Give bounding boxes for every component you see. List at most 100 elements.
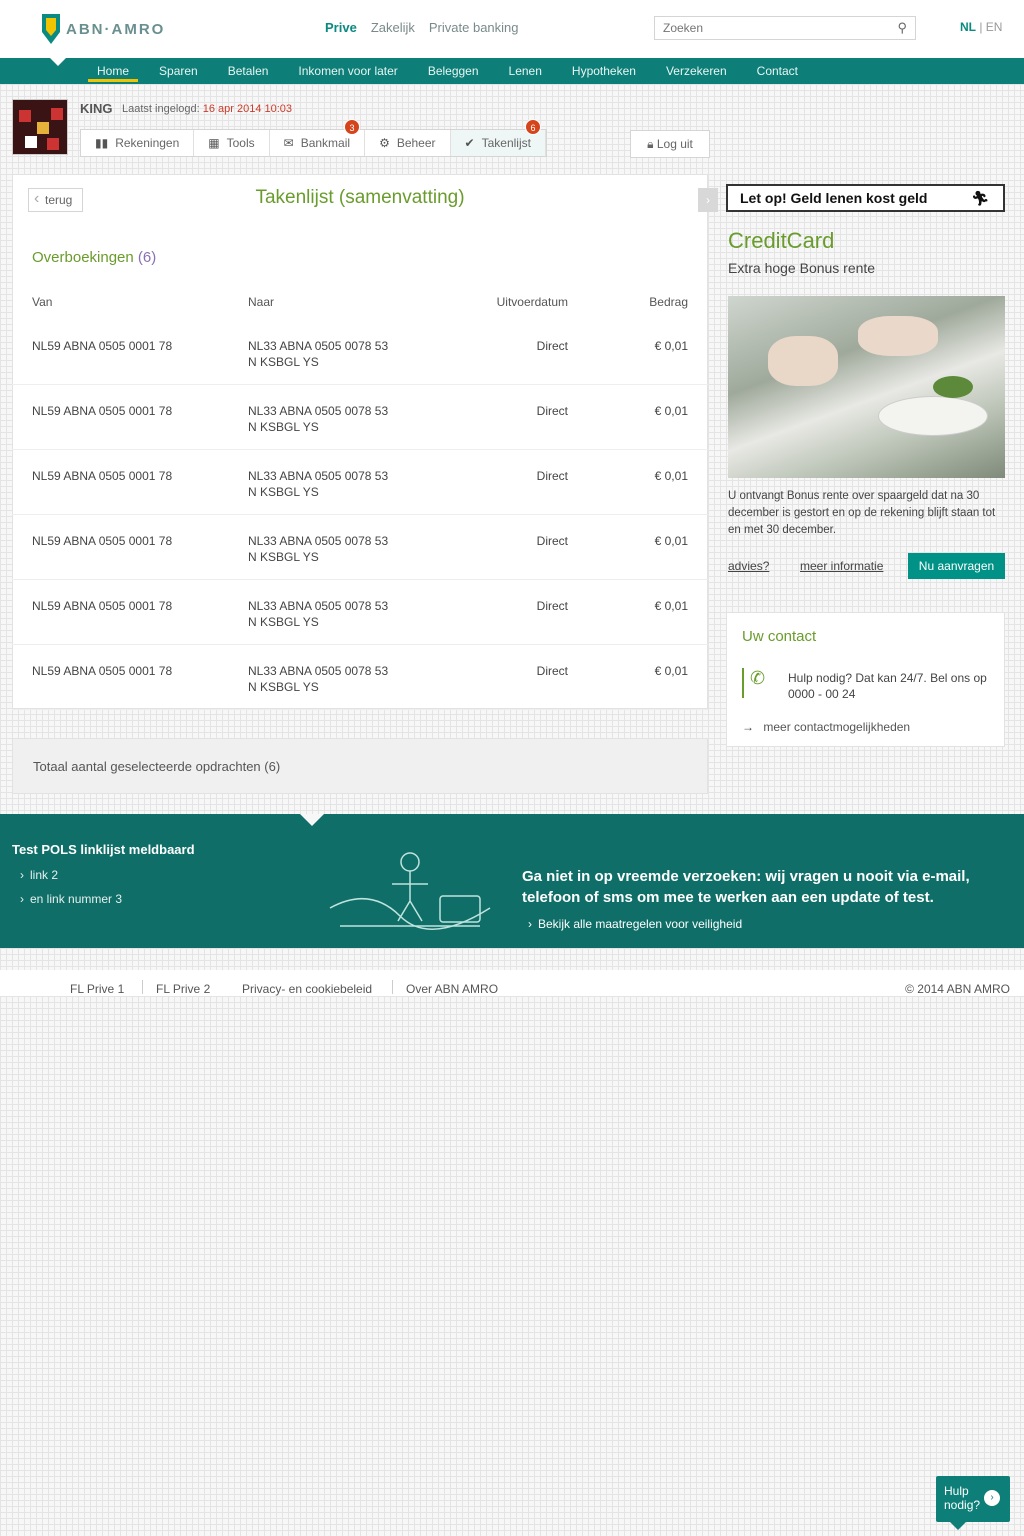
to-account-number: NL33 ABNA 0505 0078 53 bbox=[248, 599, 389, 613]
table-row[interactable]: NL59 ABNA 0505 0001 78 NL33 ABNA 0505 007… bbox=[12, 515, 708, 580]
abn-amro-logo[interactable]: ABN·AMRO bbox=[42, 14, 165, 44]
execution-date: Direct bbox=[536, 469, 568, 483]
lock-icon: 🔒︎ bbox=[647, 137, 654, 151]
from-account: NL59 ABNA 0505 0001 78 bbox=[32, 339, 173, 353]
amount: € 0,01 bbox=[654, 664, 688, 678]
nav-lenen[interactable]: Lenen bbox=[494, 58, 557, 84]
lang-nl[interactable]: NL bbox=[960, 20, 976, 34]
from-account: NL59 ABNA 0505 0001 78 bbox=[32, 664, 173, 678]
table-row[interactable]: NL59 ABNA 0505 0001 78 NL33 ABNA 0505 007… bbox=[12, 385, 708, 450]
nav-beleggen[interactable]: Beleggen bbox=[413, 58, 494, 84]
amount: € 0,01 bbox=[654, 534, 688, 548]
execution-date: Direct bbox=[536, 599, 568, 613]
to-account-name: N KSBGL YS bbox=[248, 680, 319, 694]
tab-label: Takenlijst bbox=[481, 136, 531, 150]
language-switch: NL | EN bbox=[960, 20, 1002, 34]
bankmail-count-badge: 3 bbox=[344, 119, 361, 135]
to-account-name: N KSBGL YS bbox=[248, 420, 319, 434]
nav-sparen[interactable]: Sparen bbox=[144, 58, 213, 84]
section-label: Overboekingen bbox=[32, 249, 134, 266]
legal-bar: FL Prive 1 FL Prive 2 Privacy- en cookie… bbox=[0, 970, 1024, 996]
to-account: NL33 ABNA 0505 0078 53 N KSBGL YS bbox=[248, 338, 388, 370]
legal-link-fl-prive-2[interactable]: FL Prive 2 bbox=[156, 982, 210, 996]
running-figure-icon: 🏃︎ bbox=[971, 190, 989, 206]
amount: € 0,01 bbox=[654, 469, 688, 483]
loan-warning-banner[interactable]: Let op! Geld lenen kost geld 🏃︎ bbox=[726, 184, 1005, 212]
brand-name: ABN·AMRO bbox=[66, 20, 166, 38]
table-row[interactable]: NL59 ABNA 0505 0001 78 NL33 ABNA 0505 007… bbox=[12, 320, 708, 385]
creditcard-promo-image bbox=[728, 296, 1005, 478]
search-icon[interactable]: ⚲ bbox=[897, 20, 907, 36]
avatar[interactable] bbox=[12, 99, 68, 155]
segment-private-banking[interactable]: Private banking bbox=[429, 20, 519, 35]
search-input[interactable] bbox=[655, 17, 885, 39]
to-account: NL33 ABNA 0505 0078 53 N KSBGL YS bbox=[248, 403, 388, 435]
help-label-1: Hulp bbox=[944, 1484, 969, 1498]
to-account: NL33 ABNA 0505 0078 53 N KSBGL YS bbox=[248, 468, 388, 500]
nav-home[interactable]: Home bbox=[82, 58, 144, 84]
help-button[interactable]: Hulp nodig? › bbox=[936, 1476, 1010, 1530]
copyright: © 2014 ABN AMRO bbox=[905, 982, 1010, 996]
tab-rekeningen[interactable]: ▮▮ Rekeningen bbox=[81, 130, 195, 156]
table-row[interactable]: NL59 ABNA 0505 0001 78 NL33 ABNA 0505 007… bbox=[12, 645, 708, 710]
tab-bankmail[interactable]: ✉ Bankmail 3 bbox=[270, 119, 366, 156]
to-account-number: NL33 ABNA 0505 0078 53 bbox=[248, 534, 389, 548]
from-account: NL59 ABNA 0505 0001 78 bbox=[32, 404, 173, 418]
footer-title: Test POLS linklijst meldbaard bbox=[12, 842, 195, 857]
footer-link-2[interactable]: link 2 bbox=[20, 868, 58, 882]
tab-takenlijst[interactable]: ✔ Takenlijst 6 bbox=[450, 119, 546, 156]
nav-contact[interactable]: Contact bbox=[742, 58, 813, 84]
bar-chart-icon: ▮▮ bbox=[95, 136, 109, 150]
legal-link-over-abn-amro[interactable]: Over ABN AMRO bbox=[406, 982, 498, 996]
creditcard-title: CreditCard bbox=[728, 228, 835, 253]
nav-pointer bbox=[48, 56, 68, 66]
legal-link-privacy[interactable]: Privacy- en cookiebeleid bbox=[242, 982, 372, 996]
to-account-name: N KSBGL YS bbox=[248, 550, 319, 564]
table-row[interactable]: NL59 ABNA 0505 0001 78 NL33 ABNA 0505 007… bbox=[12, 580, 708, 645]
grid-icon: ▦ bbox=[208, 136, 220, 150]
loan-warning-text: Let op! Geld lenen kost geld bbox=[740, 190, 928, 206]
aanvragen-button[interactable]: Nu aanvragen bbox=[908, 553, 1005, 579]
selection-summary-bar: Totaal aantal geselecteerde opdrachten (… bbox=[12, 738, 708, 794]
execution-date: Direct bbox=[536, 534, 568, 548]
table-row[interactable]: NL59 ABNA 0505 0001 78 NL33 ABNA 0505 007… bbox=[12, 450, 708, 515]
logout-button[interactable]: 🔒︎ Log uit bbox=[630, 130, 710, 158]
from-account: NL59 ABNA 0505 0001 78 bbox=[32, 534, 173, 548]
collapse-sidebar-icon[interactable]: › bbox=[698, 188, 718, 212]
contact-more-link[interactable]: → meer contactmogelijkheden bbox=[742, 720, 910, 734]
arrow-right-icon: → bbox=[742, 720, 754, 734]
contact-title: Uw contact bbox=[742, 628, 817, 645]
to-account: NL33 ABNA 0505 0078 53 N KSBGL YS bbox=[248, 598, 388, 630]
legal-link-fl-prive-1[interactable]: FL Prive 1 bbox=[70, 982, 124, 996]
tab-label: Beheer bbox=[396, 136, 436, 150]
settings-icon: ⚙ bbox=[379, 136, 390, 150]
creditcard-actions: advies? meer informatie Nu aanvragen bbox=[728, 553, 1005, 579]
nav-inkomen-voor-later[interactable]: Inkomen voor later bbox=[283, 58, 412, 84]
security-measures-link[interactable]: Bekijk alle maatregelen voor veiligheid bbox=[528, 917, 742, 931]
column-header-naar: Naar bbox=[248, 295, 275, 309]
to-account-number: NL33 ABNA 0505 0078 53 bbox=[248, 664, 389, 678]
nav-betalen[interactable]: Betalen bbox=[213, 58, 284, 84]
takenlijst-count-badge: 6 bbox=[524, 119, 541, 135]
last-login-time: 10:03 bbox=[264, 103, 293, 115]
meer-informatie-link[interactable]: meer informatie bbox=[800, 559, 883, 573]
lang-en[interactable]: EN bbox=[986, 20, 1003, 34]
to-account: NL33 ABNA 0505 0078 53 N KSBGL YS bbox=[248, 663, 388, 695]
check-icon: ✔ bbox=[464, 136, 475, 150]
column-header-bedrag: Bedrag bbox=[649, 295, 688, 309]
advies-link[interactable]: advies? bbox=[728, 559, 769, 573]
column-header-van: Van bbox=[32, 295, 53, 309]
nav-verzekeren[interactable]: Verzekeren bbox=[651, 58, 742, 84]
selected-total: Totaal aantal geselecteerde opdrachten (… bbox=[33, 759, 281, 774]
separator bbox=[142, 980, 143, 994]
footer-link-3[interactable]: en link nummer 3 bbox=[20, 892, 122, 906]
account-tabs: ▮▮ Rekeningen ▦ Tools ✉ Bankmail 3 ⚙ Beh… bbox=[80, 119, 547, 157]
segment-zakelijk[interactable]: Zakelijk bbox=[371, 20, 415, 35]
from-account: NL59 ABNA 0505 0001 78 bbox=[32, 469, 173, 483]
tab-beheer[interactable]: ⚙ Beheer bbox=[365, 130, 451, 156]
chevron-right-icon: › bbox=[984, 1490, 1000, 1506]
segment-prive[interactable]: Prive bbox=[325, 20, 357, 35]
tab-label: Tools bbox=[226, 136, 255, 150]
tab-tools[interactable]: ▦ Tools bbox=[194, 130, 270, 156]
nav-hypotheken[interactable]: Hypotheken bbox=[557, 58, 651, 84]
